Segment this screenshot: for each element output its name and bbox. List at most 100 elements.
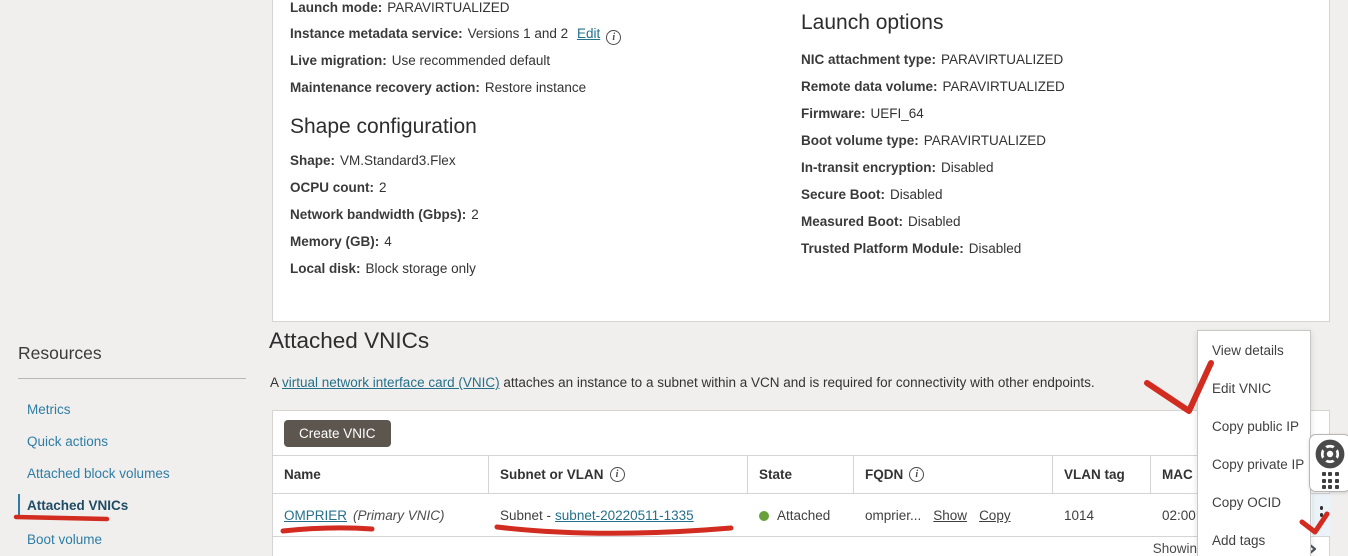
detail-label: Local disk:	[290, 261, 361, 276]
column-header-vlan-tag[interactable]: VLAN tag	[1053, 455, 1151, 494]
fqdn-copy-link[interactable]: Copy	[979, 508, 1011, 523]
detail-in-transit-encryption: In-transit encryption: Disabled	[801, 160, 994, 175]
detail-label: Instance metadata service:	[290, 26, 463, 41]
table-row: OMPRIER (Primary VNIC) Subnet - subnet-2…	[273, 494, 1329, 537]
detail-value: Disabled	[941, 160, 994, 175]
detail-label: NIC attachment type:	[801, 52, 936, 67]
menu-item-add-tags[interactable]: Add tags	[1198, 521, 1310, 556]
column-header-label: State	[759, 467, 792, 482]
column-header-subnet-or-vlan[interactable]: Subnet or VLAN i	[489, 455, 748, 494]
shape-configuration-heading: Shape configuration	[290, 115, 477, 139]
detail-trusted-platform-module: Trusted Platform Module:Disabled	[801, 241, 1021, 256]
detail-label: Launch mode:	[290, 0, 382, 15]
detail-nic-attachment: NIC attachment type: PARAVIRTUALIZED	[801, 52, 1063, 67]
detail-value: Block storage only	[366, 261, 476, 276]
row-actions-kebab-icon[interactable]	[1312, 494, 1331, 536]
column-header-name[interactable]: Name	[273, 455, 489, 494]
detail-local-disk: Local disk: Block storage only	[290, 261, 476, 276]
menu-item-copy-public-ip[interactable]: Copy public IP	[1198, 407, 1310, 445]
cell-state: Attached	[748, 494, 854, 537]
detail-secure-boot: Secure Boot:Disabled	[801, 187, 943, 202]
kebab-dot	[1320, 520, 1324, 524]
detail-label: Network bandwidth (Gbps):	[290, 207, 466, 222]
detail-value: 2	[379, 180, 387, 195]
oci-instance-details-page: Launch mode: PARAVIRTUALIZED Instance met…	[0, 0, 1348, 556]
edit-metadata-link[interactable]: Edit	[577, 26, 600, 41]
column-header-label: VLAN tag	[1064, 467, 1125, 482]
state-label: Attached	[777, 508, 830, 523]
subnet-link[interactable]: subnet-20220511-1335	[555, 508, 694, 523]
detail-memory: Memory (GB):4	[290, 234, 392, 249]
detail-live-migration: Live migration: Use recommended default	[290, 53, 550, 68]
detail-shape: Shape:VM.Standard3.Flex	[290, 153, 456, 168]
kebab-dot	[1320, 513, 1324, 517]
cell-vlan-tag: 1014	[1053, 494, 1151, 537]
create-vnic-button[interactable]: Create VNIC	[284, 420, 391, 447]
detail-value: Use recommended default	[392, 53, 550, 68]
detail-value: Disabled	[969, 241, 1022, 256]
primary-vnic-note: (Primary VNIC)	[353, 508, 445, 523]
detail-label: Maintenance recovery action:	[290, 80, 480, 95]
sidebar-item-attached-vnics[interactable]: Attached VNICs	[27, 498, 128, 513]
menu-item-view-details[interactable]: View details	[1198, 331, 1310, 369]
detail-label: Measured Boot:	[801, 214, 903, 229]
menu-item-edit-vnic[interactable]: Edit VNIC	[1198, 369, 1310, 407]
detail-value: Versions 1 and 2	[468, 26, 569, 41]
detail-value: PARAVIRTUALIZED	[941, 52, 1063, 67]
sidebar-divider	[18, 378, 246, 379]
detail-label: Secure Boot:	[801, 187, 885, 202]
detail-value: UEFI_64	[871, 106, 924, 121]
detail-label: OCPU count:	[290, 180, 374, 195]
detail-label: Live migration:	[290, 53, 387, 68]
kebab-dot	[1320, 506, 1324, 510]
vnic-doc-link[interactable]: virtual network interface card (VNIC)	[282, 375, 500, 390]
detail-ocpu-count: OCPU count: 2	[290, 180, 387, 195]
dot-grid-icon	[1322, 472, 1339, 489]
fqdn-value: omprier...	[865, 508, 921, 523]
cell-subnet: Subnet - subnet-20220511-1335	[489, 494, 748, 537]
detail-value: Restore instance	[485, 80, 586, 95]
vnics-table-card: Create VNIC Name Subnet or VLAN i State F…	[272, 410, 1330, 556]
column-header-fqdn[interactable]: FQDN i	[854, 455, 1053, 494]
fqdn-show-link[interactable]: Show	[933, 508, 967, 523]
menu-item-copy-ocid[interactable]: Copy OCID	[1198, 483, 1310, 521]
annotation-underline-sidebar-attached-vnics	[16, 517, 107, 519]
subnet-prefix: Subnet -	[500, 508, 551, 523]
detail-value: PARAVIRTUALIZED	[943, 79, 1065, 94]
detail-label: Shape:	[290, 153, 335, 168]
sidebar-item-attached-block-volumes[interactable]: Attached block volumes	[27, 466, 170, 481]
life-ring-icon	[1314, 438, 1346, 470]
detail-label: Remote data volume:	[801, 79, 938, 94]
column-header-label: Subnet or VLAN	[500, 467, 604, 482]
resources-heading: Resources	[18, 343, 102, 364]
detail-measured-boot: Measured Boot: Disabled	[801, 214, 961, 229]
menu-item-copy-private-ip[interactable]: Copy private IP	[1198, 445, 1310, 483]
launch-options-heading: Launch options	[801, 11, 943, 35]
column-header-state[interactable]: State	[748, 455, 854, 494]
detail-value: 4	[384, 234, 392, 249]
detail-value: Disabled	[908, 214, 961, 229]
column-header-label: FQDN	[865, 467, 903, 482]
sidebar-item-metrics[interactable]: Metrics	[27, 402, 71, 417]
detail-instance-metadata-service: Instance metadata service: Versions 1 and…	[290, 26, 621, 45]
detail-network-bandwidth: Network bandwidth (Gbps): 2	[290, 207, 479, 222]
state-attached-icon	[759, 511, 769, 521]
cell-name: OMPRIER (Primary VNIC)	[273, 494, 489, 537]
detail-boot-volume-type: Boot volume type:PARAVIRTUALIZED	[801, 133, 1046, 148]
description-suffix: attaches an instance to a subnet within …	[500, 375, 1095, 390]
vnic-actions-context-menu: View details Edit VNIC Copy public IP Co…	[1197, 330, 1311, 556]
sidebar-item-boot-volume[interactable]: Boot volume	[27, 532, 102, 547]
detail-firmware: Firmware:UEFI_64	[801, 106, 924, 121]
info-icon[interactable]: i	[606, 30, 621, 45]
column-header-label: Name	[284, 467, 321, 482]
info-icon[interactable]: i	[610, 467, 625, 482]
detail-value: 2	[471, 207, 479, 222]
sidebar-active-indicator	[18, 494, 20, 518]
info-icon[interactable]: i	[909, 467, 924, 482]
vnic-name-link[interactable]: OMPRIER	[284, 508, 347, 523]
sidebar-item-quick-actions[interactable]: Quick actions	[27, 434, 108, 449]
detail-label: In-transit encryption:	[801, 160, 936, 175]
attached-vnics-heading: Attached VNICs	[269, 328, 429, 354]
screenshot-extension-widget[interactable]	[1309, 434, 1348, 492]
detail-label: Boot volume type:	[801, 133, 919, 148]
